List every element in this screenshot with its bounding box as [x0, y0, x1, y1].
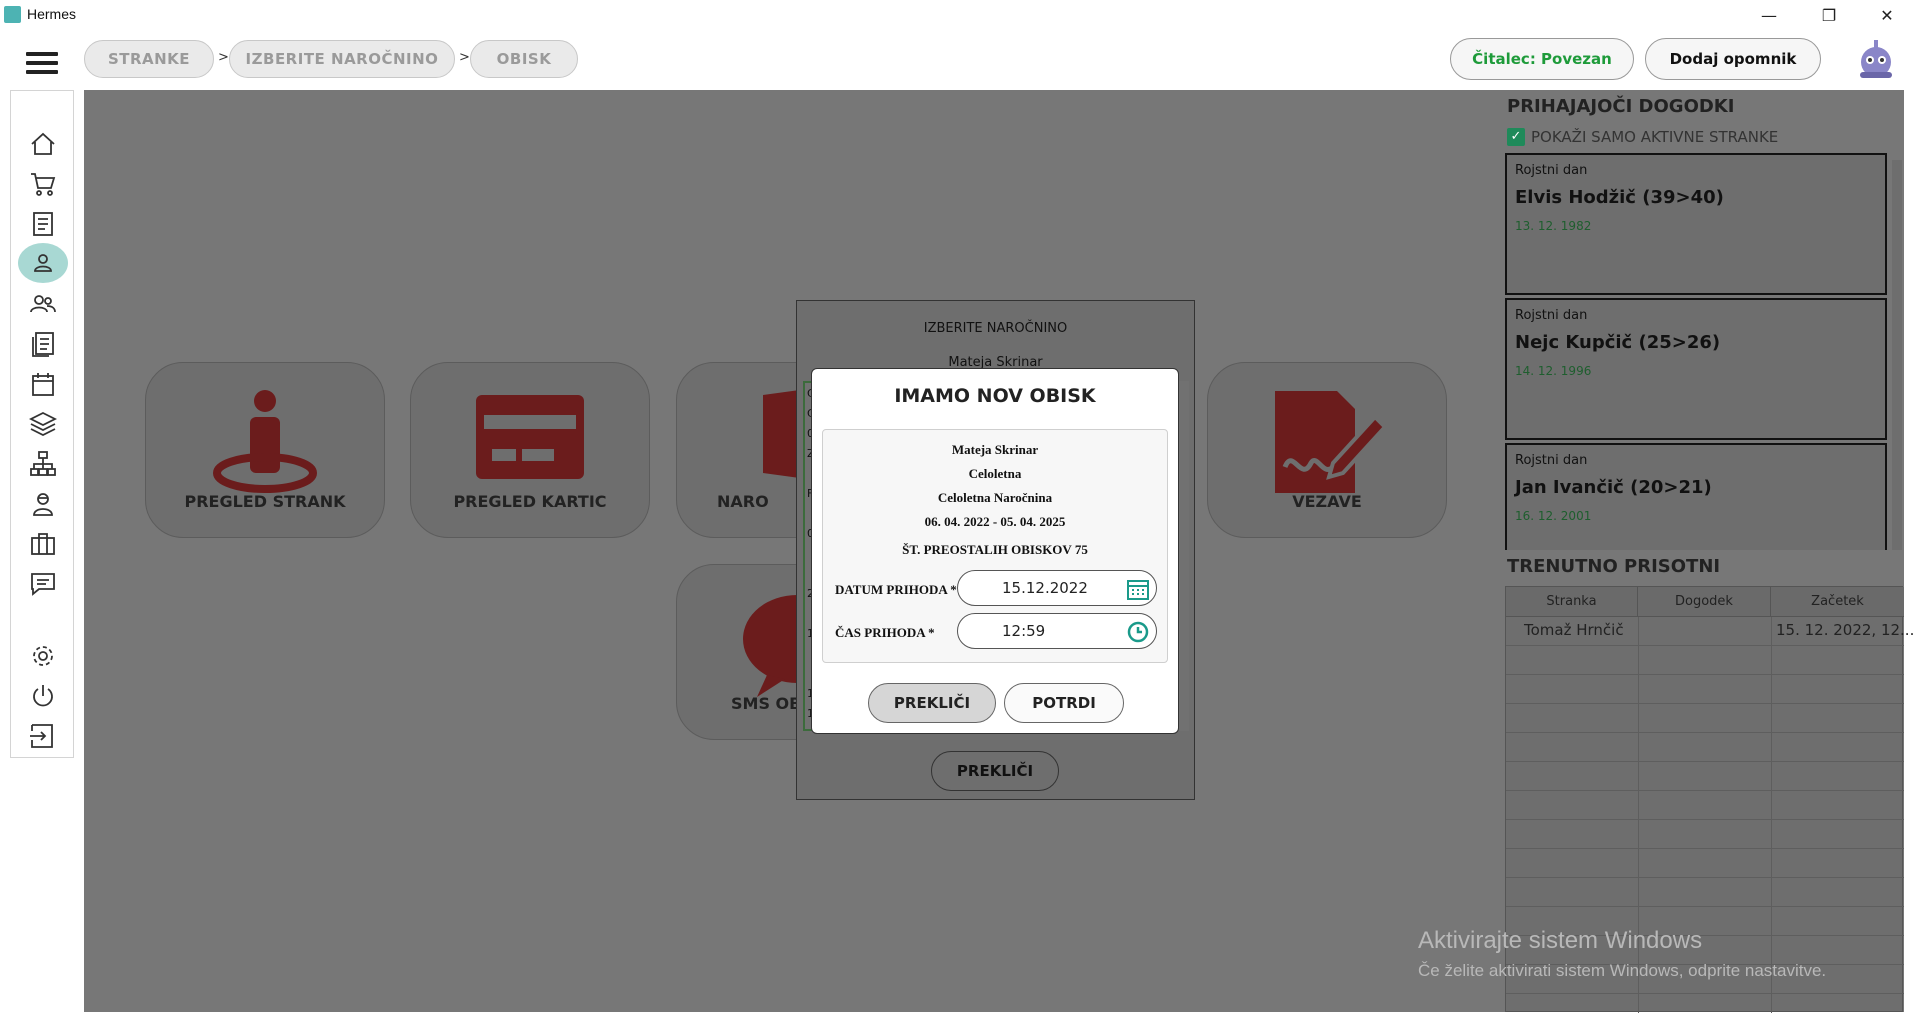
layers-icon[interactable]	[26, 407, 60, 441]
dialog-title: IMAMO NOV OBISK	[894, 385, 1096, 407]
add-reminder-button[interactable]: Dodaj opomnik	[1645, 38, 1821, 80]
title-bar: Hermes — ❐ ✕	[0, 0, 1922, 30]
logout-icon[interactable]	[26, 719, 60, 753]
power-icon[interactable]	[26, 679, 60, 713]
menu-icon[interactable]	[26, 52, 58, 74]
maximize-button[interactable]: ❐	[1806, 0, 1852, 30]
confirm-visit-button[interactable]: POTRDI	[1004, 683, 1124, 723]
tile-pregled-kartic[interactable]: PREGLED KARTIC	[410, 362, 650, 538]
event-date: 14. 12. 1996	[1515, 364, 1592, 378]
card-icon	[476, 395, 584, 479]
column-header-dogodek[interactable]: Dogodek	[1638, 587, 1771, 617]
event-type: Rojstni dan	[1515, 308, 1588, 323]
present-now-title: TRENUTNO PRISOTNI	[1507, 556, 1721, 577]
user-icon[interactable]	[18, 243, 68, 283]
tile-label: VEZAVE	[1292, 492, 1362, 511]
close-button[interactable]: ✕	[1864, 0, 1910, 30]
arrival-date-value: 15.12.2022	[1002, 579, 1088, 597]
column-header-zacetek[interactable]: Začetek	[1771, 587, 1904, 617]
active-clients-label: POKAŽI SAMO AKTIVNE STRANKE	[1531, 128, 1779, 146]
breadcrumb-separator: >	[459, 50, 470, 65]
event-card[interactable]: Rojstni dan Elvis Hodžič (39>40) 13. 12.…	[1505, 153, 1887, 295]
events-scrollbar[interactable]	[1892, 160, 1902, 550]
cancel-visit-button[interactable]: PREKLIČI	[868, 683, 996, 723]
upcoming-events-title: PRIHAJAJOČI DOGODKI	[1507, 96, 1735, 117]
new-visit-dialog: IMAMO NOV OBISK Mateja Skrinar Celoletna…	[811, 368, 1179, 734]
clock-picker-icon[interactable]	[1126, 620, 1150, 644]
event-name: Elvis Hodžič (39>40)	[1515, 187, 1724, 208]
hierarchy-icon[interactable]	[26, 447, 60, 481]
arrival-time-value: 12:59	[1002, 622, 1046, 640]
settings-icon[interactable]	[26, 639, 60, 673]
tile-vezave[interactable]: VEZAVE	[1207, 362, 1447, 538]
table-cell-start[interactable]: 15. 12. 2022, 12...	[1776, 621, 1914, 639]
client-overview-icon	[213, 390, 317, 493]
event-date: 13. 12. 1982	[1515, 219, 1592, 233]
arrival-time-input[interactable]: 12:59	[957, 613, 1157, 649]
event-name: Nejc Kupčič (25>26)	[1515, 332, 1721, 353]
arrival-date-input[interactable]: 15.12.2022	[957, 570, 1157, 606]
minimize-button[interactable]: —	[1746, 0, 1792, 30]
tile-pregled-strank[interactable]: PREGLED STRANK	[145, 362, 385, 538]
breadcrumb-stranke[interactable]: STRANKE	[84, 40, 214, 78]
briefcase-icon[interactable]	[26, 527, 60, 561]
event-type: Rojstni dan	[1515, 163, 1588, 178]
event-card[interactable]: Rojstni dan Nejc Kupčič (25>26) 14. 12. …	[1505, 298, 1887, 440]
dialog-title: IZBERITE NAROČNINO	[923, 321, 1068, 336]
window-title: Hermes	[27, 6, 77, 22]
active-clients-checkbox[interactable]: ✓	[1507, 128, 1525, 146]
visit-info-box: Mateja Skrinar Celoletna Celoletna Naroč…	[822, 429, 1168, 663]
app-logo-icon	[4, 6, 21, 23]
users-icon[interactable]	[26, 287, 60, 321]
cart-icon[interactable]	[26, 167, 60, 201]
event-date: 16. 12. 2001	[1515, 509, 1592, 523]
client-name: Mateja Skrinar	[951, 442, 1039, 457]
remaining-visits: ŠT. PREOSTALIH OBISKOV 75	[902, 542, 1088, 557]
contract-sign-icon	[1275, 391, 1387, 493]
trainer-icon[interactable]	[26, 487, 60, 521]
event-card[interactable]: Rojstni dan Jan Ivančič (20>21) 16. 12. …	[1505, 443, 1887, 550]
arrival-date-label: DATUM PRIHODA *	[835, 582, 957, 597]
arrival-time-label: ČAS PRIHODA *	[835, 625, 935, 640]
sidebar	[10, 90, 74, 758]
reader-status-button[interactable]: Čitalec: Povezan	[1450, 38, 1634, 80]
table-cell-client[interactable]: Tomaž Hrnčič	[1524, 621, 1624, 639]
chat-icon[interactable]	[26, 567, 60, 601]
receipt-icon[interactable]	[26, 207, 60, 241]
tile-label: PREGLED STRANK	[184, 492, 346, 511]
event-name: Jan Ivančič (20>21)	[1515, 477, 1712, 498]
event-type: Rojstni dan	[1515, 453, 1588, 468]
membership-name: Celoletna Naročnina	[937, 490, 1053, 505]
activation-watermark-title: Aktivirajte sistem Windows	[1418, 927, 1703, 954]
membership-type: Celoletna	[968, 466, 1022, 481]
home-icon[interactable]	[26, 127, 60, 161]
column-header-stranka[interactable]: Stranka	[1506, 587, 1638, 617]
calendar-icon[interactable]	[26, 367, 60, 401]
cancel-button[interactable]: PREKLIČI	[931, 751, 1059, 791]
membership-period: 06. 04. 2022 - 05. 04. 2025	[924, 514, 1066, 529]
documents-icon[interactable]	[26, 327, 60, 361]
tile-label: PREGLED KARTIC	[453, 492, 607, 511]
breadcrumb-izberite-narocnino[interactable]: IZBERITE NAROČNINO	[229, 40, 455, 78]
activation-watermark-text: Če želite aktivirati sistem Windows, odp…	[1418, 961, 1827, 980]
calendar-picker-icon[interactable]	[1126, 577, 1150, 601]
breadcrumb-separator: >	[218, 50, 229, 65]
breadcrumb-obisk[interactable]: OBISK	[470, 40, 578, 78]
assistant-avatar-icon[interactable]	[1856, 38, 1896, 80]
